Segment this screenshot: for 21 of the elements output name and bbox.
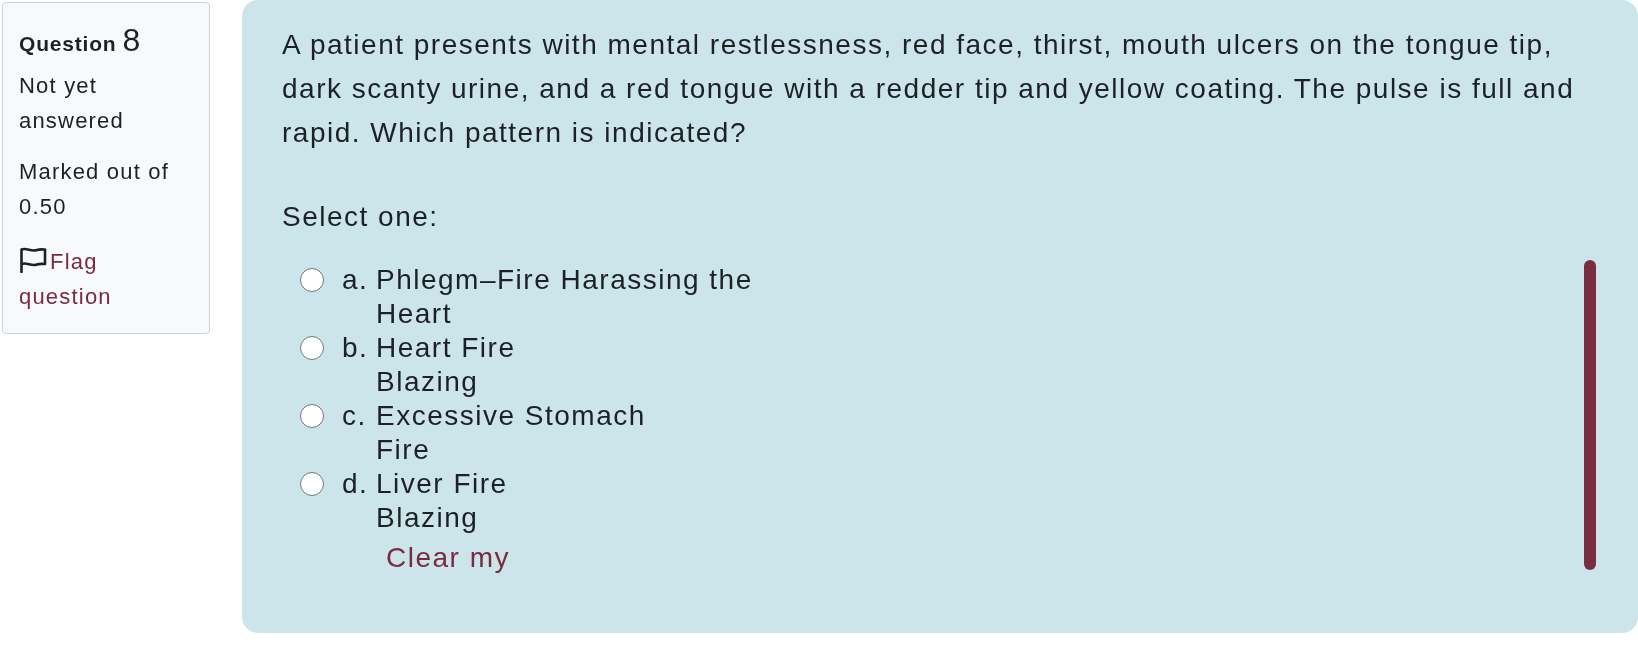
radio-button[interactable]	[300, 404, 324, 428]
option-label[interactable]: Excessive Stomach Fire	[376, 399, 646, 467]
answer-status: Not yet answered	[19, 72, 125, 135]
option-letter: b.	[342, 331, 370, 365]
clear-choice-link[interactable]: Clear my	[386, 541, 510, 575]
option-label[interactable]: Phlegm–Fire Harassing the Heart	[376, 263, 753, 331]
select-prompt: Select one:	[282, 200, 440, 234]
option-label[interactable]: Heart Fire Blazing	[376, 331, 516, 399]
option-letter: a.	[342, 263, 370, 297]
radio-button[interactable]	[300, 336, 324, 360]
flag-question-link[interactable]: Flag question	[19, 244, 193, 314]
option-letter: d.	[342, 467, 370, 501]
question-label: Question	[19, 31, 117, 57]
question-text: A patient presents with mental restlessness, red face, thirst, mouth ulcers on the tongue tip, dark scanty urine, and a red tongue with a redder tip and yellow coating. The pulse is full and rapid. Which pattern is indicated?	[282, 28, 1576, 150]
radio-button[interactable]	[300, 472, 324, 496]
option-letter: c.	[342, 399, 368, 433]
question-number: 8	[122, 21, 141, 60]
radio-button[interactable]	[300, 268, 324, 292]
question-mark: Marked out of 0.50	[19, 158, 171, 221]
scrollbar-thumb[interactable]	[1584, 260, 1596, 570]
option-label[interactable]: Liver Fire Blazing	[376, 467, 508, 535]
